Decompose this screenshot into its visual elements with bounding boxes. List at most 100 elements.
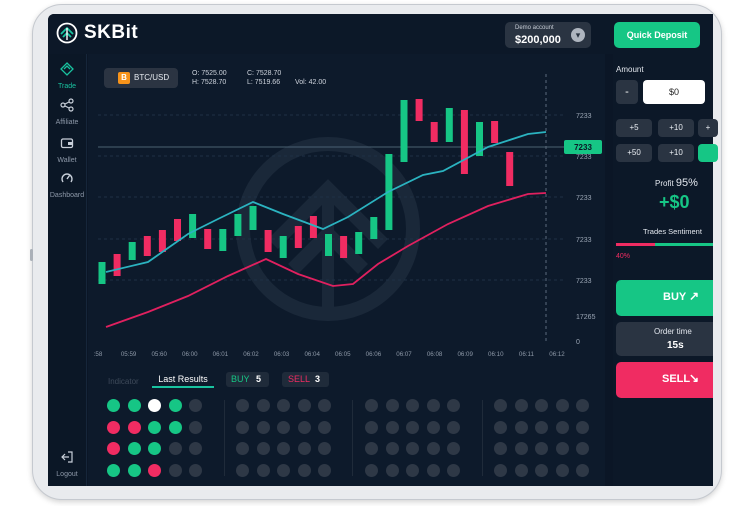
- buy-button[interactable]: BUY ↗: [616, 280, 713, 316]
- result-dot-gray: [297, 399, 311, 412]
- result-dot-gray: [297, 463, 311, 477]
- result-dot-gray: [318, 420, 331, 434]
- candle-red: [174, 219, 181, 241]
- tab-last-results[interactable]: Last Results: [152, 374, 214, 388]
- candle-green: [98, 262, 106, 284]
- y-tick-label: 7233: [576, 154, 592, 161]
- share-icon: [60, 98, 74, 112]
- result-dot-green: [168, 399, 182, 412]
- y-tick-label: 17265: [576, 314, 596, 321]
- y-tick-label: 7233: [576, 113, 592, 120]
- sidebar-item-affiliate[interactable]: Affiliate: [48, 98, 86, 126]
- candle-red: [460, 110, 468, 174]
- chevron-down-icon[interactable]: ▾: [571, 28, 585, 42]
- result-dot-gray: [514, 442, 528, 455]
- x-tick-label: 06:03: [274, 351, 290, 358]
- demo-account-selector[interactable]: Demo account $200,000 ▾: [505, 22, 591, 48]
- sidebar-item-label: Wallet: [57, 157, 77, 164]
- sidebar-item-wallet[interactable]: Wallet: [48, 136, 86, 164]
- candle-green: [189, 214, 197, 238]
- x-tick-label: 06:04: [304, 351, 320, 358]
- result-dot-gray: [447, 399, 460, 412]
- sidebar-item-trade[interactable]: Trade: [48, 62, 86, 90]
- candle-green: [128, 242, 136, 260]
- quick-deposit-button[interactable]: Quick Deposit: [614, 22, 700, 48]
- logout-label: Logout: [56, 471, 78, 478]
- x-tick-label: 06:08: [427, 351, 443, 358]
- brand-name: SKBit: [84, 22, 139, 43]
- sidebar: Trade Affiliate Wallet Dashboard Logout: [48, 54, 87, 486]
- amount-input[interactable]: $0: [643, 80, 705, 104]
- order-time-selector[interactable]: Order time 15s: [616, 322, 713, 356]
- ohlc-volume: Vol: 42.00: [295, 79, 327, 86]
- chip-selected[interactable]: [698, 144, 718, 162]
- result-dot-gray: [189, 420, 202, 434]
- tab-indicator[interactable]: Indicator: [108, 377, 139, 386]
- logout-button[interactable]: Logout: [48, 450, 86, 478]
- result-dot-gray: [365, 463, 378, 477]
- result-dot-gray: [318, 399, 331, 412]
- amount-label: Amount: [616, 65, 644, 74]
- candle-red: [415, 99, 423, 121]
- chip-plus-10b[interactable]: +10: [658, 144, 694, 162]
- candle-green: [355, 232, 363, 254]
- result-dot-gray: [555, 463, 569, 477]
- result-dot-gray: [297, 420, 311, 434]
- y-tick-label: 7233: [576, 237, 592, 244]
- result-dot-green: [148, 442, 161, 455]
- result-dot-white: [148, 399, 161, 412]
- chip-plus-10[interactable]: +10: [658, 119, 694, 137]
- trend-up-icon: ↗: [689, 289, 700, 303]
- result-dot-gray: [297, 442, 311, 455]
- profit-label: Profit 95%: [655, 177, 698, 189]
- brand-logo[interactable]: SKBit: [56, 22, 138, 44]
- result-dot-gray: [318, 463, 331, 477]
- sell-button[interactable]: SELL ↘: [616, 362, 713, 398]
- logout-icon: [61, 451, 73, 463]
- pair-selector[interactable]: B BTC/USD: [104, 68, 178, 88]
- result-dot-gray: [277, 442, 290, 455]
- ohlc-high: H: 7528.70: [192, 79, 227, 86]
- wallet-icon: [60, 138, 74, 149]
- chip-plus[interactable]: +: [698, 119, 718, 137]
- x-tick-label: 06:01: [213, 351, 229, 358]
- result-dot-green: [127, 442, 141, 455]
- result-dot-gray: [426, 463, 440, 477]
- candle-red: [264, 230, 272, 252]
- sidebar-item-dashboard[interactable]: Dashboard: [48, 171, 86, 199]
- result-dot-gray: [514, 463, 528, 477]
- candle-red: [340, 236, 348, 258]
- chip-plus-50[interactable]: +50: [616, 144, 652, 162]
- x-tick-label: 06:00: [182, 351, 198, 358]
- sentiment-bar: [616, 243, 713, 246]
- chip-plus-5[interactable]: +5: [616, 119, 652, 137]
- sell-count-label: SELL: [288, 374, 311, 384]
- result-dot-gray: [236, 420, 249, 434]
- y-tick-label: 7233: [576, 278, 592, 285]
- price-chart[interactable]: 7233 7233 7233 7233 7233 17265 0 :58 05:59 05:60…: [88, 54, 605, 364]
- candle-red: [294, 226, 302, 248]
- result-dot-gray: [236, 399, 249, 412]
- result-dot-gray: [236, 442, 249, 455]
- result-dot-gray: [426, 420, 440, 434]
- trade-icon: [60, 62, 74, 76]
- x-tick-label: 06:06: [366, 351, 382, 358]
- x-tick-label: 06:10: [488, 351, 504, 358]
- candle-red: [113, 254, 121, 276]
- ohlc-low: L: 7519.66: [247, 79, 281, 86]
- result-dot-green: [107, 399, 120, 412]
- result-dot-gray: [318, 442, 331, 455]
- result-dot-red: [127, 420, 141, 434]
- result-dot-gray: [514, 399, 528, 412]
- result-dot-gray: [426, 442, 440, 455]
- result-dot-gray: [555, 399, 569, 412]
- amount-minus-button[interactable]: -: [616, 80, 638, 104]
- results-divider: [224, 400, 225, 476]
- bitcoin-icon: B: [118, 72, 130, 84]
- buy-count-badge: BUY 5: [226, 372, 269, 387]
- result-dot-gray: [385, 399, 399, 412]
- candle-red: [491, 121, 499, 143]
- candle-green: [219, 229, 227, 251]
- result-dot-red: [148, 463, 161, 477]
- candle-red: [506, 152, 514, 186]
